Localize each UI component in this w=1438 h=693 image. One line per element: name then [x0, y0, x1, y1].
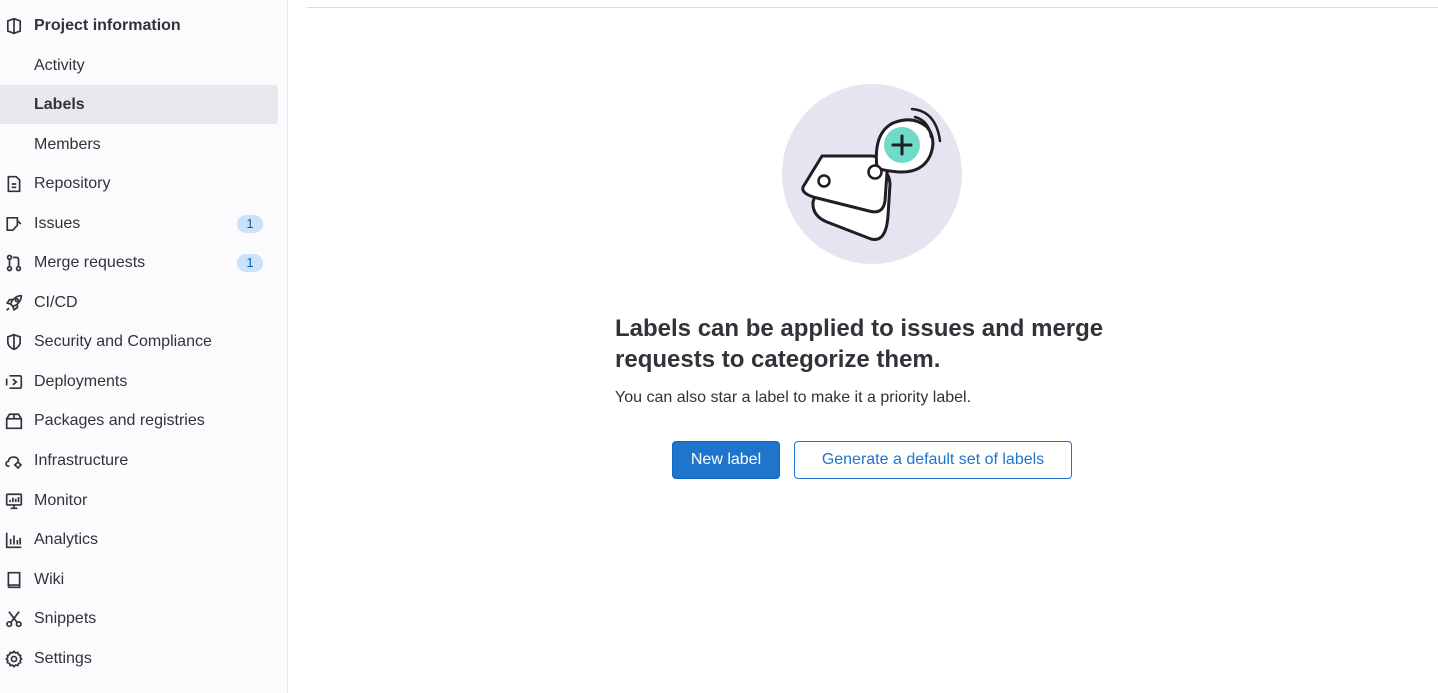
- empty-state-description: You can also star a label to make it a p…: [615, 389, 972, 406]
- sidebar-item-project-information[interactable]: Project information: [0, 6, 278, 45]
- labels-illustration: [781, 83, 963, 265]
- scissors-icon: [5, 610, 23, 628]
- sidebar-item-monitor[interactable]: Monitor: [0, 481, 278, 520]
- sidebar-item-label: Deployments: [34, 372, 128, 390]
- sidebar-item-label: Analytics: [34, 530, 99, 548]
- monitor-icon: [5, 492, 23, 510]
- deployments-icon: [5, 373, 23, 391]
- sidebar-item-label: Infrastructure: [34, 451, 129, 469]
- sidebar-item-issues[interactable]: Issues 1: [0, 204, 278, 243]
- sidebar-item-label: Packages and registries: [34, 411, 205, 429]
- sidebar-item-snippets[interactable]: Snippets: [0, 599, 278, 638]
- document-icon: [5, 175, 23, 193]
- sidebar-item-infrastructure[interactable]: Infrastructure: [0, 441, 278, 480]
- sidebar-item-label: CI/CD: [34, 293, 78, 311]
- content-top-divider: [307, 7, 1438, 8]
- sidebar-item-label: Repository: [34, 174, 111, 192]
- issues-count-badge: 1: [237, 214, 263, 233]
- sidebar-item-analytics[interactable]: Analytics: [0, 520, 278, 559]
- sidebar-item-merge-requests[interactable]: Merge requests 1: [0, 243, 278, 282]
- sidebar-item-deployments[interactable]: Deployments: [0, 362, 278, 401]
- issues-icon: [5, 215, 23, 233]
- sidebar-item-label: Security and Compliance: [34, 332, 212, 350]
- book-icon: [5, 571, 23, 589]
- sidebar-item-security-and-compliance[interactable]: Security and Compliance: [0, 322, 278, 361]
- sidebar-item-wiki[interactable]: Wiki: [0, 560, 278, 599]
- sidebar-item-label: Snippets: [34, 609, 97, 627]
- sidebar-item-repository[interactable]: Repository: [0, 164, 278, 203]
- sidebar-item-label: Merge requests: [34, 253, 146, 271]
- sidebar-item-label: Activity: [34, 56, 85, 74]
- cloud-gear-icon: [5, 452, 23, 470]
- new-label-button[interactable]: New label: [672, 441, 780, 479]
- sidebar-item-packages-and-registries[interactable]: Packages and registries: [0, 401, 278, 440]
- sidebar-item-label: Labels: [34, 95, 85, 113]
- merge-requests-count-badge: 1: [237, 253, 263, 272]
- sidebar-item-ci-cd[interactable]: CI/CD: [0, 283, 278, 322]
- generate-default-labels-button[interactable]: Generate a default set of labels: [794, 441, 1072, 479]
- merge-request-icon: [5, 254, 23, 272]
- project-icon: [5, 17, 23, 35]
- sidebar: Project information Activity Labels Memb…: [0, 0, 288, 693]
- shield-icon: [5, 333, 23, 351]
- sidebar-item-label: Settings: [34, 649, 92, 667]
- sidebar-item-label: Wiki: [34, 570, 65, 588]
- chart-icon: [5, 531, 23, 549]
- sidebar-item-label: Members: [34, 135, 101, 153]
- sidebar-item-label: Project information: [34, 16, 181, 34]
- empty-state-title: Labels can be applied to issues and merg…: [615, 315, 1104, 373]
- sidebar-item-settings[interactable]: Settings: [0, 639, 278, 678]
- sidebar-item-label: Issues: [34, 214, 81, 232]
- package-icon: [5, 412, 23, 430]
- sidebar-item-labels[interactable]: Labels: [0, 85, 278, 124]
- sidebar-item-label: Monitor: [34, 491, 88, 509]
- sidebar-item-activity[interactable]: Activity: [0, 46, 278, 85]
- gear-icon: [5, 649, 23, 668]
- sidebar-item-members[interactable]: Members: [0, 125, 278, 164]
- rocket-icon: [5, 294, 23, 312]
